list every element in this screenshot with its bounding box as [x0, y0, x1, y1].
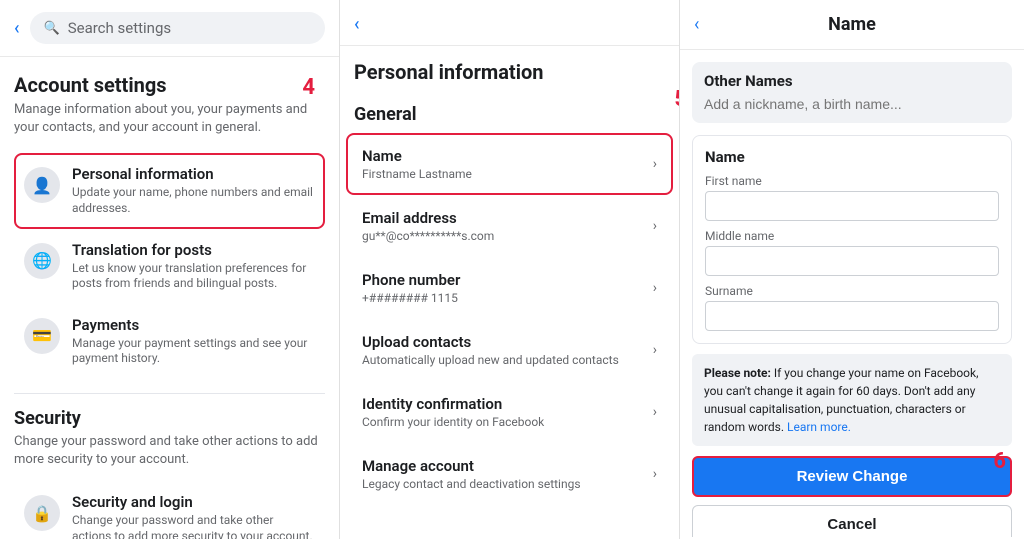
panel-personal-info: ‹ Personal information General 5 Name Fi…: [340, 0, 680, 539]
payments-title: Payments: [72, 316, 315, 334]
menu-item-security-login[interactable]: 🔒 Security and login Change your passwor…: [14, 481, 325, 539]
pi-item-upload-contacts-title: Upload contacts: [362, 333, 619, 351]
pi-item-phone-sub: +######## 1115: [362, 291, 460, 305]
account-section-desc: Manage information about you, your payme…: [14, 101, 325, 137]
pi-item-identity-left: Identity confirmation Confirm your ident…: [362, 395, 544, 429]
surname-input[interactable]: [705, 301, 999, 331]
search-bar[interactable]: 🔍 Search settings: [30, 12, 325, 44]
pi-item-identity-title: Identity confirmation: [362, 395, 544, 413]
pi-item-phone-left: Phone number +######## 1115: [362, 271, 460, 305]
pi-item-name[interactable]: Name Firstname Lastname ›: [346, 133, 673, 195]
name-section: Name First name Middle name Surname: [692, 135, 1012, 344]
pi-item-email-sub: gu**@co**********s.com: [362, 229, 494, 243]
pi-item-manage-account-chevron: ›: [653, 466, 657, 482]
badge-5: 5: [674, 87, 679, 112]
other-names-input[interactable]: [704, 96, 1000, 112]
personal-info-text: Personal information Update your name, p…: [72, 165, 315, 216]
panel3-back-button[interactable]: ‹: [694, 14, 699, 35]
personal-info-page-title: Personal information: [340, 46, 679, 92]
security-login-subtitle: Change your password and take other acti…: [72, 513, 315, 539]
pi-item-email-title: Email address: [362, 209, 494, 227]
review-change-button[interactable]: Review Change: [692, 456, 1012, 497]
pi-item-identity-sub: Confirm your identity on Facebook: [362, 415, 544, 429]
pi-item-phone[interactable]: Phone number +######## 1115 ›: [346, 257, 673, 319]
other-names-title: Other Names: [704, 72, 1000, 90]
name-section-title: Name: [705, 148, 999, 166]
security-section-desc: Change your password and take other acti…: [14, 433, 325, 469]
pi-item-email-left: Email address gu**@co**********s.com: [362, 209, 494, 243]
search-input-label: Search settings: [68, 19, 171, 37]
pi-item-manage-account-title: Manage account: [362, 457, 581, 475]
learn-more-link[interactable]: Learn more.: [787, 420, 851, 434]
surname-label: Surname: [705, 284, 999, 298]
pi-item-name-sub: Firstname Lastname: [362, 167, 472, 181]
pi-item-name-chevron: ›: [653, 156, 657, 172]
note-box: Please note: If you change your name on …: [692, 354, 1012, 446]
panel1-back-button[interactable]: ‹: [14, 18, 20, 39]
note-bold: Please note:: [704, 366, 771, 380]
middle-name-input[interactable]: [705, 246, 999, 276]
pi-item-name-title: Name: [362, 147, 472, 165]
pi-item-phone-chevron: ›: [653, 280, 657, 296]
translation-text: Translation for posts Let us know your t…: [72, 241, 315, 292]
personal-info-icon: 👤: [24, 167, 60, 203]
pi-item-phone-title: Phone number: [362, 271, 460, 289]
badge-4: 4: [302, 75, 315, 100]
panel-account-settings: ‹ 🔍 Search settings Account settings Man…: [0, 0, 340, 539]
pi-item-manage-account-left: Manage account Legacy contact and deacti…: [362, 457, 581, 491]
payments-text: Payments Manage your payment settings an…: [72, 316, 315, 367]
security-login-icon: 🔒: [24, 495, 60, 531]
pi-item-upload-contacts-chevron: ›: [653, 342, 657, 358]
menu-item-translation[interactable]: 🌐 Translation for posts Let us know your…: [14, 229, 325, 304]
security-section-title: Security: [14, 408, 325, 429]
pi-item-manage-account-sub: Legacy contact and deactivation settings: [362, 477, 581, 491]
panel-name: ‹ Name Other Names Name First name Middl…: [680, 0, 1024, 539]
payments-icon: 💳: [24, 318, 60, 354]
translation-subtitle: Let us know your translation preferences…: [72, 261, 315, 292]
first-name-input[interactable]: [705, 191, 999, 221]
menu-item-personal-info[interactable]: 👤 Personal information Update your name,…: [14, 153, 325, 228]
pi-item-email[interactable]: Email address gu**@co**********s.com ›: [346, 195, 673, 257]
middle-name-label: Middle name: [705, 229, 999, 243]
pi-item-manage-account[interactable]: Manage account Legacy contact and deacti…: [346, 443, 673, 505]
panel3-header: ‹ Name: [680, 0, 1024, 50]
general-section-label: General 5: [340, 92, 679, 133]
badge-6: 6: [993, 445, 1006, 478]
divider-1: [14, 393, 325, 394]
panel2-header: ‹: [340, 0, 679, 46]
pi-item-identity-chevron: ›: [653, 404, 657, 420]
panel3-content: Other Names Name First name Middle name …: [680, 50, 1024, 537]
pi-item-name-left: Name Firstname Lastname: [362, 147, 472, 181]
search-bar-area: ‹ 🔍 Search settings: [0, 0, 339, 57]
payments-subtitle: Manage your payment settings and see you…: [72, 336, 315, 367]
menu-item-payments[interactable]: 💳 Payments Manage your payment settings …: [14, 304, 325, 379]
translation-title: Translation for posts: [72, 241, 315, 259]
translation-icon: 🌐: [24, 243, 60, 279]
pi-item-email-chevron: ›: [653, 218, 657, 234]
panel2-back-button[interactable]: ‹: [354, 14, 360, 35]
security-login-text: Security and login Change your password …: [72, 493, 315, 539]
personal-info-subtitle: Update your name, phone numbers and emai…: [72, 185, 315, 216]
cancel-button[interactable]: Cancel: [692, 505, 1012, 537]
other-names-section: Other Names: [692, 62, 1012, 123]
panel2-content: Personal information General 5 Name Firs…: [340, 46, 679, 535]
personal-info-title: Personal information: [72, 165, 315, 183]
security-login-title: Security and login: [72, 493, 315, 511]
panel3-title: Name: [828, 14, 876, 35]
search-icon: 🔍: [44, 21, 60, 36]
pi-item-upload-contacts[interactable]: Upload contacts Automatically upload new…: [346, 319, 673, 381]
first-name-label: First name: [705, 174, 999, 188]
panel1-content: Account settings Manage information abou…: [0, 57, 339, 539]
account-section-title: Account settings: [14, 73, 325, 97]
pi-item-identity[interactable]: Identity confirmation Confirm your ident…: [346, 381, 673, 443]
pi-item-upload-contacts-sub: Automatically upload new and updated con…: [362, 353, 619, 367]
pi-item-upload-contacts-left: Upload contacts Automatically upload new…: [362, 333, 619, 367]
